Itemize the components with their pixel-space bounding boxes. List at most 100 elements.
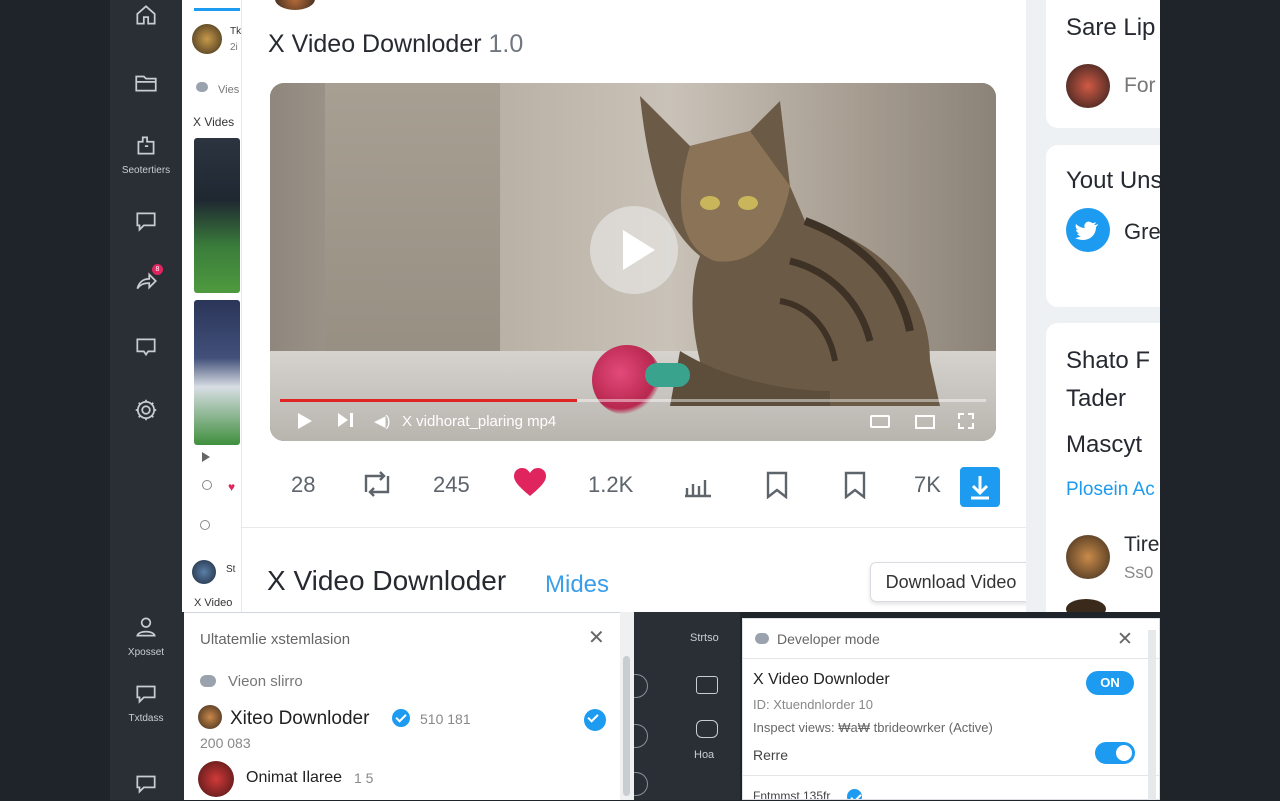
chat-icon[interactable]: Txtdass — [110, 680, 182, 724]
retweet-icon[interactable] — [360, 470, 394, 504]
settings-puzzle-icon[interactable]: Seotertiers — [110, 132, 182, 176]
partial-icon — [634, 724, 648, 748]
home-icon[interactable] — [110, 2, 182, 33]
notification-badge: 8 — [152, 264, 163, 275]
twitter-bird-icon[interactable] — [1066, 208, 1110, 252]
timeline-user: Tk — [230, 26, 242, 37]
verified-icon — [847, 789, 862, 799]
analytics-icon[interactable] — [684, 474, 712, 504]
scrollbar-thumb[interactable] — [623, 656, 630, 796]
progress-bar[interactable] — [280, 399, 986, 402]
reply-icon[interactable] — [202, 480, 212, 490]
next-icon[interactable] — [338, 413, 348, 427]
account-meta: 510 181 — [420, 711, 471, 727]
shelf-shape — [325, 83, 500, 373]
avatar[interactable] — [192, 560, 216, 584]
inspect-views[interactable]: Inspect views: ₩a₩ tbrideowrker (Active) — [753, 720, 993, 735]
shield-icon[interactable] — [696, 720, 718, 738]
bookmark-icon[interactable] — [765, 471, 789, 505]
partial-icon — [634, 772, 648, 796]
cat-image — [640, 96, 940, 406]
action-bar: 28 245 1.2K 7K — [242, 462, 1026, 510]
views-label: Vies — [218, 84, 240, 96]
popup-subheader: Vieon slirro — [228, 673, 303, 690]
gear-icon[interactable] — [110, 397, 182, 428]
avatar[interactable] — [1066, 535, 1110, 579]
trend-card: Sare Lip For — [1046, 0, 1160, 128]
close-icon[interactable]: ✕ — [588, 625, 605, 650]
extension-name: X Video Downloder — [753, 671, 890, 688]
card-line: Tader — [1066, 385, 1127, 412]
message-icon[interactable] — [110, 208, 182, 239]
avatar[interactable] — [1066, 64, 1110, 108]
bookmark-icon[interactable] — [843, 471, 867, 505]
volume-icon[interactable]: ◀) — [374, 412, 391, 430]
download-icon — [971, 476, 989, 500]
captions-icon[interactable] — [870, 415, 890, 428]
folder-icon[interactable] — [110, 70, 182, 101]
remove-label[interactable]: Rerre — [753, 747, 788, 763]
share-icon[interactable]: 8 — [110, 264, 182, 299]
avatar[interactable] — [192, 24, 222, 54]
heart-icon[interactable] — [513, 468, 547, 504]
play-icon[interactable] — [298, 413, 312, 429]
play-icon[interactable] — [202, 452, 210, 462]
video-thumbnail[interactable] — [194, 138, 240, 293]
bottom-mid-rail: Strtso Hoa — [634, 612, 740, 800]
bottom-left-rail: Xposset Txtdass — [110, 612, 184, 800]
account-count: 200 083 — [200, 735, 251, 751]
fullscreen-icon[interactable] — [958, 413, 974, 429]
extension-popup: Ultatemlie xstemlasion ✕ Vieon slirro Xi… — [184, 612, 620, 800]
theater-icon[interactable] — [915, 415, 935, 429]
scrollbar[interactable] — [620, 612, 634, 800]
person-icon[interactable]: Xposset — [110, 614, 182, 658]
progress-fill — [280, 399, 577, 402]
rail-label: Hoa — [694, 749, 715, 761]
download-button[interactable] — [960, 467, 1000, 507]
reply-icon[interactable] — [200, 520, 210, 530]
footer-text: Fntmmst 135fr — [753, 789, 831, 800]
like-count[interactable]: 1.2K — [588, 472, 633, 498]
verified-icon — [584, 709, 606, 731]
chat-icon[interactable] — [110, 334, 182, 365]
reply-count[interactable]: 28 — [291, 472, 315, 498]
card-link[interactable]: Plosein Ac — [1066, 479, 1155, 501]
chat-icon[interactable] — [110, 770, 182, 801]
video-player[interactable]: ◀) X vidhorat_plaring mp4 — [270, 83, 996, 441]
timeline-user: St — [226, 564, 236, 575]
calendar-icon[interactable] — [696, 676, 718, 694]
views-count[interactable]: 7K — [914, 472, 941, 498]
toggle-switch[interactable] — [1095, 742, 1135, 764]
card-title: Yout Uns — [1066, 167, 1160, 194]
video-thumbnail[interactable] — [194, 300, 240, 445]
right-sidebar: Sare Lip For Yout Uns Gre Shato F Tader … — [1026, 0, 1160, 612]
bottom-label: X Video — [194, 597, 233, 609]
bird-icon — [200, 675, 216, 687]
section-label: X Vides — [193, 115, 235, 129]
download-video-button[interactable]: Download Video — [870, 562, 1032, 602]
bird-icon — [196, 82, 208, 92]
heart-icon[interactable]: ♥ — [228, 480, 235, 494]
popup-header: Ultatemlie xstemlasion — [200, 631, 351, 648]
card-title: Shato F — [1066, 347, 1151, 374]
retweet-count[interactable]: 245 — [433, 472, 470, 498]
card-user-sub: Ss0 — [1124, 563, 1154, 582]
play-button[interactable] — [590, 206, 678, 294]
avatar[interactable] — [198, 705, 222, 729]
rail-label: Txtdass — [128, 713, 164, 724]
close-icon[interactable]: ✕ — [1117, 628, 1133, 651]
scrollbar[interactable] — [1148, 630, 1156, 800]
avatar[interactable] — [198, 761, 234, 797]
developer-panel: Developer mode ✕ X Video Downloder ON ID… — [742, 618, 1160, 800]
divider — [242, 527, 1026, 528]
extension-toggle[interactable]: ON — [1086, 671, 1134, 695]
active-tab-indicator — [194, 8, 240, 11]
left-nav-rail: Seotertiers 8 — [110, 0, 182, 612]
card-title: Sare Lip — [1066, 14, 1156, 41]
trend-card: Yout Uns Gre — [1046, 145, 1160, 307]
avatar[interactable] — [1066, 599, 1106, 612]
bird-icon — [755, 633, 769, 644]
video-filename: X vidhorat_plaring mp4 — [402, 413, 557, 430]
section-link[interactable]: Mides — [545, 571, 609, 599]
rail-label: Seotertiers — [121, 165, 171, 176]
